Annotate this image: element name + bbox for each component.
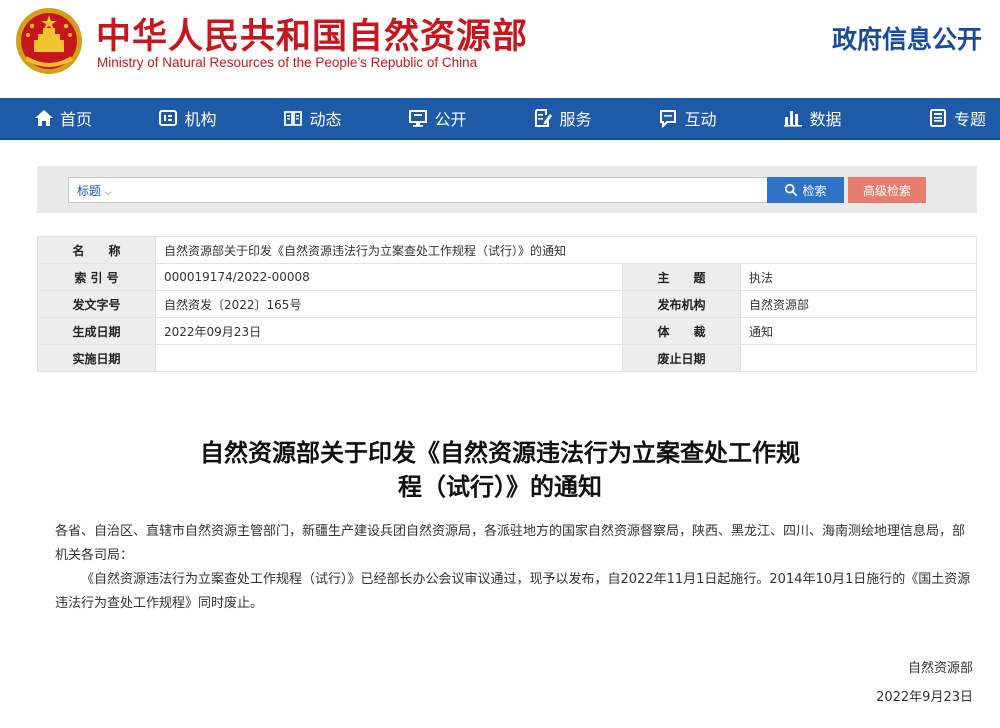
nav-label: 数据: [809, 110, 842, 129]
nav-item-public[interactable]: 公开: [375, 98, 500, 138]
subject-label: 主 题: [622, 263, 741, 291]
national-emblem-icon[interactable]: [14, 6, 84, 76]
name-value: 自然资源部关于印发《自然资源违法行为立案查处工作规程（试行）》的通知: [155, 236, 977, 264]
document-body: 各省、自治区、直辖市自然资源主管部门，新疆生产建设兵团自然资源局，各派驻地方的国…: [55, 520, 975, 616]
search-button-label: 检索: [802, 183, 827, 198]
nav-label: 机构: [184, 110, 217, 129]
nav-label: 互动: [684, 110, 717, 129]
document-info-table: 名 称 自然资源部关于印发《自然资源违法行为立案查处工作规程（试行）》的通知 索…: [37, 236, 977, 372]
edit-document-icon: [533, 108, 553, 128]
advanced-search-button[interactable]: 高级检索: [848, 177, 926, 203]
document-title-line-2[interactable]: 程（试行）》的通知: [140, 470, 860, 504]
monitor-icon: [408, 108, 428, 128]
signature-date[interactable]: 2022年9月23日: [876, 686, 973, 705]
genre-value: 通知: [740, 317, 977, 345]
effective-label: 实施日期: [37, 344, 156, 372]
site-header: 中华人民共和国自然资源部 Ministry of Natural Resourc…: [0, 0, 1000, 98]
nav-item-data[interactable]: 数据: [750, 98, 875, 138]
nav-item-home[interactable]: 首页: [0, 98, 125, 138]
issuer-value: 自然资源部: [740, 290, 977, 318]
bar-chart-icon: [783, 108, 803, 128]
search-button[interactable]: 检索: [767, 177, 844, 203]
table-row: 名 称 自然资源部关于印发《自然资源违法行为立案查处工作规程（试行）》的通知: [37, 236, 977, 264]
search-box: 标题 ⌵: [68, 177, 799, 203]
topic-book-icon: [928, 108, 948, 128]
gov-info-open-title[interactable]: 政府信息公开: [832, 20, 982, 56]
home-icon: [34, 108, 54, 128]
index-label: 索 引 号: [37, 263, 156, 291]
repeal-label: 废止日期: [622, 344, 741, 372]
search-icon: [785, 183, 798, 197]
nav-item-interact[interactable]: 互动: [625, 98, 750, 138]
chevron-down-icon: ⌵: [104, 188, 112, 198]
nav-item-org[interactable]: 机构: [125, 98, 250, 138]
created-value: 2022年09月23日: [155, 317, 623, 345]
search-field-select[interactable]: 标题 ⌵: [77, 182, 112, 199]
doc-no-label: 发文字号: [37, 290, 156, 318]
signature-org[interactable]: 自然资源部: [908, 657, 973, 676]
document-title-line-1[interactable]: 自然资源部关于印发《自然资源违法行为立案查处工作规: [140, 436, 860, 470]
search-field-label: 标题: [77, 184, 102, 198]
org-icon: [158, 108, 178, 128]
created-label: 生成日期: [37, 317, 156, 345]
nav-item-topic[interactable]: 专题: [875, 98, 1000, 138]
chat-icon: [658, 108, 678, 128]
nav-label: 专题: [953, 110, 986, 129]
index-value: 000019174/2022-00008: [155, 263, 623, 291]
repeal-value: [740, 344, 977, 372]
search-input[interactable]: [129, 180, 789, 200]
table-row: 实施日期 废止日期: [37, 344, 977, 372]
nav-label: 公开: [434, 110, 467, 129]
nav-label: 服务: [559, 110, 592, 129]
news-book-icon: [283, 108, 303, 128]
nav-item-service[interactable]: 服务: [500, 98, 625, 138]
document-title[interactable]: 自然资源部关于印发《自然资源违法行为立案查处工作规 程（试行）》的通知: [140, 436, 860, 504]
effective-value: [155, 344, 623, 372]
ministry-cn-title[interactable]: 中华人民共和国自然资源部: [96, 8, 528, 59]
subject-value: 执法: [740, 263, 977, 291]
ministry-en-title[interactable]: Ministry of Natural Resources of the Peo…: [97, 55, 477, 70]
nav-label: 首页: [60, 110, 93, 129]
table-row: 生成日期 2022年09月23日 体 裁 通知: [37, 317, 977, 345]
main-nav: 首页 机构 动态 公开 服务 互动 数据 专题: [0, 98, 1000, 140]
name-label: 名 称: [37, 236, 156, 264]
advanced-search-label: 高级检索: [862, 183, 911, 198]
genre-label: 体 裁: [622, 317, 741, 345]
nav-label: 动态: [309, 110, 342, 129]
document-paragraph[interactable]: 《自然资源违法行为立案查处工作规程（试行）》已经部长办公会议审议通过，现予以发布…: [55, 568, 975, 616]
document-recipients[interactable]: 各省、自治区、直辖市自然资源主管部门，新疆生产建设兵团自然资源局，各派驻地方的国…: [55, 520, 975, 568]
table-row: 索 引 号 000019174/2022-00008 主 题 执法: [37, 263, 977, 291]
table-row: 发文字号 自然资发〔2022〕165号 发布机构 自然资源部: [37, 290, 977, 318]
search-bar: 标题 ⌵ 检索 高级检索: [37, 166, 977, 213]
issuer-label: 发布机构: [622, 290, 741, 318]
doc-no-value: 自然资发〔2022〕165号: [155, 290, 623, 318]
nav-item-news[interactable]: 动态: [250, 98, 375, 138]
